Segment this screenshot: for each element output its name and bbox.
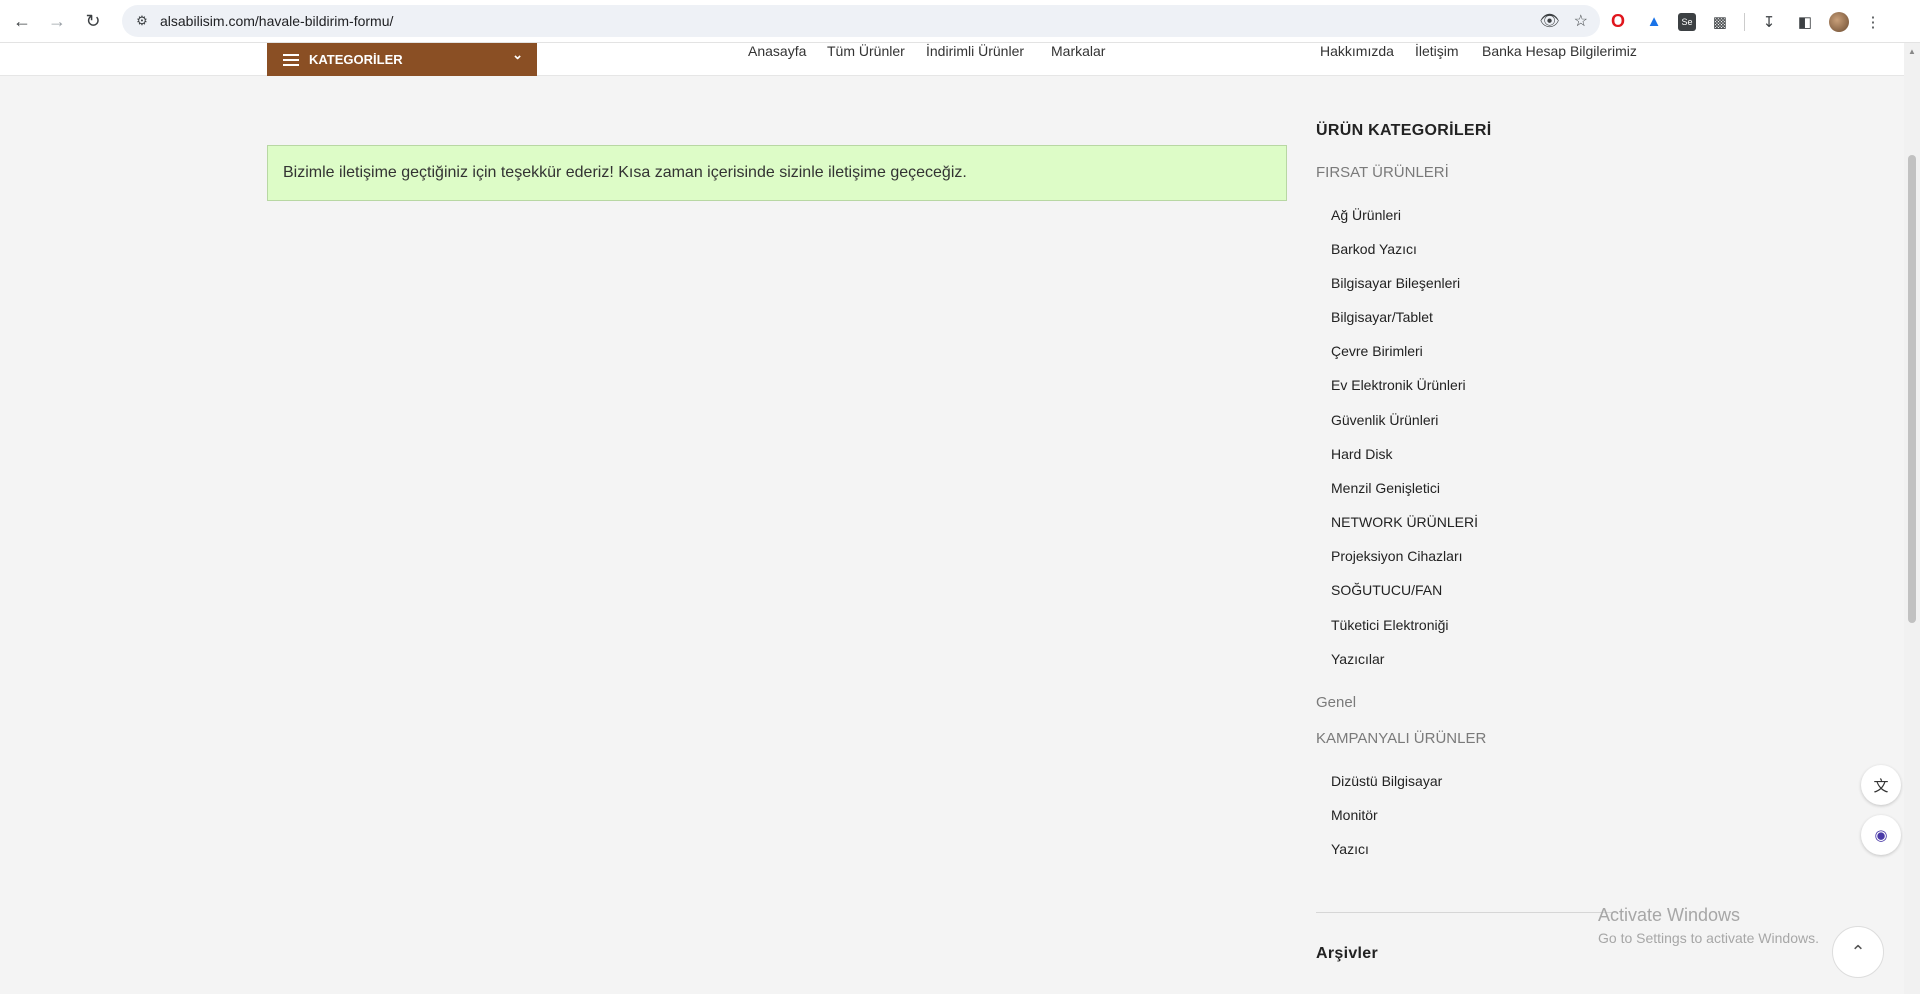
category-item[interactable]: Hard Disk [1331, 446, 1392, 462]
category-item[interactable]: Tüketici Elektroniği [1331, 617, 1449, 633]
category-item[interactable]: Yazıcı [1331, 841, 1369, 857]
nav-brands[interactable]: Markalar [1051, 43, 1105, 59]
category-item[interactable]: Çevre Birimleri [1331, 343, 1423, 359]
category-item[interactable]: Yazıcılar [1331, 651, 1384, 667]
extension-drop-icon[interactable]: ▲ [1642, 10, 1666, 34]
translate-icon[interactable]: 文 [1861, 765, 1901, 805]
side-panel-icon[interactable]: ◧ [1793, 10, 1817, 34]
category-item[interactable]: NETWORK ÜRÜNLERİ [1331, 514, 1478, 530]
nav-all-products[interactable]: Tüm Ürünler [827, 43, 905, 59]
puzzle-extensions-icon[interactable]: ▩ [1708, 10, 1732, 34]
selenium-extension-icon[interactable]: Se [1678, 12, 1696, 31]
product-categories-title: ÜRÜN KATEGORİLERİ [1316, 122, 1492, 139]
success-notice: Bizimle iletişime geçtiğiniz için teşekk… [267, 145, 1287, 201]
category-item[interactable]: Güvenlik Ürünleri [1331, 412, 1438, 428]
nav-home[interactable]: Anasayfa [748, 43, 806, 59]
assistant-icon[interactable]: ◉ [1861, 815, 1901, 855]
category-item[interactable]: Ağ Ürünleri [1331, 207, 1401, 223]
profile-avatar[interactable] [1829, 11, 1849, 32]
category-item[interactable]: Monitör [1331, 807, 1378, 823]
category-genel[interactable]: Genel [1316, 694, 1356, 711]
activate-windows-title: Activate Windows [1598, 905, 1741, 925]
page-scrollbar[interactable]: ▲ [1904, 43, 1920, 994]
category-item[interactable]: SOĞUTUCU/FAN [1331, 582, 1442, 598]
category-item[interactable]: Menzil Genişletici [1331, 480, 1440, 496]
categories-toggle[interactable]: KATEGORİLER ⌄ [267, 43, 537, 76]
category-kampanyali[interactable]: KAMPANYALI ÜRÜNLER [1316, 730, 1486, 747]
hamburger-icon [283, 53, 299, 66]
categories-label: KATEGORİLER [309, 52, 403, 67]
sidebar-divider [1316, 912, 1616, 913]
scrollbar-thumb[interactable] [1908, 155, 1916, 623]
opera-extension-icon[interactable]: O [1606, 10, 1630, 34]
category-item[interactable]: Ev Elektronik Ürünleri [1331, 377, 1466, 393]
category-firsat[interactable]: FIRSAT ÜRÜNLERİ [1316, 164, 1449, 181]
category-item[interactable]: Bilgisayar/Tablet [1331, 309, 1433, 325]
scroll-up-arrow-icon[interactable]: ▲ [1908, 47, 1916, 56]
archives-title: Arşivler [1316, 945, 1378, 962]
toolbar-separator [1744, 12, 1745, 31]
category-item[interactable]: Projeksiyon Cihazları [1331, 548, 1463, 564]
site-header: KATEGORİLER ⌄ Anasayfa Tüm Ürünler İndir… [0, 43, 1904, 76]
activate-windows-subtitle: Go to Settings to activate Windows. [1598, 930, 1819, 946]
star-icon[interactable]: ☆ [1574, 11, 1588, 31]
reload-icon[interactable]: ↻ [75, 3, 111, 39]
chevron-down-icon: ⌄ [512, 47, 523, 62]
nav-discounted[interactable]: İndirimli Ürünler [926, 43, 1024, 59]
nav-contact[interactable]: İletişim [1415, 43, 1459, 59]
download-icon[interactable]: ↧ [1757, 10, 1781, 34]
browser-toolbar: ← → ↻ ⚙ alsabilisim.com/havale-bildirim-… [0, 0, 1920, 43]
category-item[interactable]: Barkod Yazıcı [1331, 241, 1417, 257]
url-text[interactable]: alsabilisim.com/havale-bildirim-formu/ [160, 13, 393, 29]
category-item[interactable]: Bilgisayar Bileşenleri [1331, 275, 1460, 291]
menu-dots-icon[interactable]: ⋮ [1861, 10, 1885, 34]
nav-about[interactable]: Hakkımızda [1320, 43, 1394, 59]
notice-text: Bizimle iletişime geçtiğiniz için teşekk… [283, 164, 967, 181]
scroll-to-top-button[interactable]: ⌃ [1832, 926, 1884, 978]
eye-off-icon[interactable]: 👁 [1539, 11, 1559, 31]
back-icon[interactable]: ← [4, 3, 40, 39]
site-info-icon[interactable]: ⚙ [128, 13, 156, 29]
nav-bank-info[interactable]: Banka Hesap Bilgilerimiz [1482, 43, 1637, 59]
category-item[interactable]: Dizüstü Bilgisayar [1331, 773, 1442, 789]
forward-icon[interactable]: → [39, 3, 75, 39]
address-bar[interactable]: ⚙ alsabilisim.com/havale-bildirim-formu/… [122, 5, 1600, 37]
chevron-up-icon: ⌃ [1850, 941, 1866, 962]
